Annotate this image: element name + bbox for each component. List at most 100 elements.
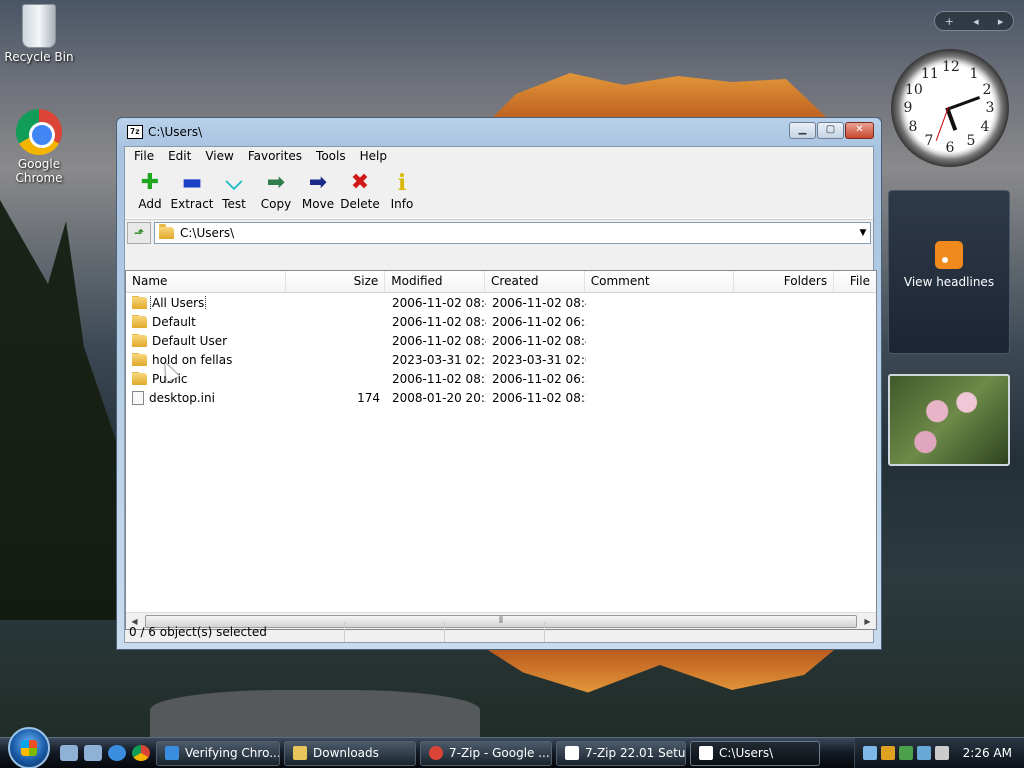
folder-icon [132, 371, 147, 385]
menu-bar: File Edit View Favorites Tools Help [125, 147, 873, 167]
taskbar-button-label: Downloads [313, 746, 379, 760]
status-bar: 0 / 6 object(s) selected [125, 622, 877, 642]
feed-headlines-gadget[interactable]: View headlines [888, 190, 1010, 354]
title-bar[interactable]: 7z C:\Users\ ▁ ▢ ✕ [124, 118, 874, 146]
taskbar-button-active[interactable]: C:\Users\ [690, 740, 820, 766]
toolbar: ✚ Add ▬ Extract ⌵ Test ➡ Copy ➡ Move ✖ D… [125, 167, 873, 219]
table-row[interactable]: Public 2006-11-02 08:25 2006-11-02 06:33 [126, 369, 876, 388]
clock-number: 7 [924, 133, 934, 149]
folder-up-button[interactable]: ⬏ [127, 221, 151, 244]
file-size: 174 [357, 390, 380, 405]
taskbar-button-label: Verifying Chro... [185, 746, 280, 760]
computers-network-icon[interactable] [916, 746, 931, 760]
column-header-size[interactable]: Size [286, 271, 386, 292]
close-button[interactable]: ✕ [845, 121, 874, 139]
file-created: 2006-11-02 08:40 [492, 333, 586, 348]
wallpaper-rock [150, 690, 480, 740]
taskbar-button[interactable]: 7-Zip 22.01 Setup [556, 740, 686, 766]
menu-favorites[interactable]: Favorites [241, 147, 309, 167]
desktop-icon-recycle-bin[interactable]: Recycle Bin [1, 4, 77, 64]
desktop-icon-google-chrome[interactable]: Google Chrome [1, 109, 77, 185]
file-modified: 2008-01-20 20:23 [392, 390, 486, 405]
table-row[interactable]: desktop.ini 174 2008-01-20 20:23 2006-11… [126, 388, 876, 407]
check-icon: ⌵ [225, 170, 243, 195]
column-header-comment[interactable]: Comment [585, 271, 735, 292]
table-row[interactable]: All Users 2006-11-02 08:40 2006-11-02 08… [126, 293, 876, 312]
table-row[interactable]: hold on fellas 2023-03-31 02:11 2023-03-… [126, 350, 876, 369]
test-button[interactable]: ⌵ Test [213, 171, 255, 218]
switch-windows-icon[interactable] [84, 745, 102, 761]
7zip-app-icon: 7z [127, 125, 143, 139]
column-header-files[interactable]: File [834, 271, 876, 292]
address-combobox[interactable]: C:\Users\ ▼ [154, 221, 871, 244]
menu-tools[interactable]: Tools [309, 147, 353, 167]
clock-gadget[interactable]: 12 1 2 3 4 5 6 7 8 9 10 11 [891, 49, 1009, 167]
system-tray: 2:26 AM [854, 738, 1024, 768]
menu-help[interactable]: Help [353, 147, 394, 167]
file-manager-window[interactable]: 7z C:\Users\ ▁ ▢ ✕ File Edit View Favori… [116, 117, 882, 650]
minimize-button[interactable]: ▁ [789, 121, 816, 139]
column-header-name[interactable]: Name [126, 271, 286, 292]
column-header-folders[interactable]: Folders [734, 271, 835, 292]
copy-button[interactable]: ➡ Copy [255, 171, 297, 218]
network-icon[interactable] [862, 746, 877, 760]
file-created: 2006-11-02 06:33 [492, 314, 586, 329]
file-modified: 2006-11-02 08:40 [392, 314, 486, 329]
menu-view[interactable]: View [198, 147, 240, 167]
security-shield-icon[interactable] [880, 746, 895, 760]
column-header-created[interactable]: Created [485, 271, 585, 292]
slideshow-gadget[interactable] [888, 374, 1010, 466]
taskbar-button-label: 7-Zip - Google ... [449, 746, 550, 760]
internet-explorer-icon[interactable] [108, 745, 126, 761]
clock-number: 4 [980, 119, 990, 135]
sidebar-controls[interactable]: + ◂ ▸ [934, 11, 1014, 31]
folder-icon [132, 295, 147, 309]
info-icon: i [397, 170, 407, 196]
info-button[interactable]: i Info [381, 171, 423, 218]
clock-number: 3 [985, 100, 995, 116]
chrome-icon[interactable] [132, 745, 150, 761]
taskbar-button[interactable]: 7-Zip - Google ... [420, 740, 552, 766]
menu-edit[interactable]: Edit [161, 147, 198, 167]
start-button[interactable] [8, 727, 50, 768]
window-title: C:\Users\ [148, 125, 203, 139]
next-gadget-icon[interactable]: ▸ [998, 15, 1004, 28]
file-modified: 2023-03-31 02:11 [392, 352, 486, 367]
prev-gadget-icon[interactable]: ◂ [973, 15, 979, 28]
x-icon: ✖ [350, 170, 370, 195]
folder-icon [132, 314, 147, 328]
chevron-down-icon[interactable]: ▼ [856, 228, 870, 238]
taskbar-button[interactable]: Verifying Chro... [156, 740, 280, 766]
maximize-button[interactable]: ▢ [817, 121, 844, 139]
extract-button[interactable]: ▬ Extract [170, 171, 214, 218]
show-desktop-icon[interactable] [60, 745, 78, 761]
table-row[interactable]: Default 2006-11-02 08:40 2006-11-02 06:3… [126, 312, 876, 331]
column-header-row: Name Size Modified Created Comment Folde… [126, 271, 876, 293]
folder-icon [132, 352, 147, 366]
file-created: 2006-11-02 08:25 [492, 390, 586, 405]
move-button[interactable]: ➡ Move [297, 171, 339, 218]
toolbar-label: Extract [170, 197, 214, 211]
status-selection: 0 / 6 object(s) selected [125, 622, 345, 642]
column-header-modified[interactable]: Modified [385, 271, 486, 292]
delete-button[interactable]: ✖ Delete [339, 171, 381, 218]
windows-flag-icon[interactable] [898, 746, 913, 760]
clock-number: 10 [905, 82, 923, 98]
file-name: All Users [149, 295, 207, 310]
taskbar-clock[interactable]: 2:26 AM [963, 746, 1012, 760]
menu-file[interactable]: File [127, 147, 161, 167]
file-list[interactable]: Name Size Modified Created Comment Folde… [125, 270, 877, 630]
add-gadget-icon[interactable]: + [945, 15, 954, 28]
clock-number: 5 [966, 133, 976, 149]
address-path: C:\Users\ [180, 225, 235, 240]
clock-number: 6 [945, 140, 955, 156]
table-row[interactable]: Default User 2006-11-02 08:40 2006-11-02… [126, 331, 876, 350]
volume-muted-icon[interactable] [934, 746, 949, 760]
clock-minute-hand [949, 96, 981, 110]
file-name: desktop.ini [149, 390, 215, 405]
taskbar-button[interactable]: Downloads [284, 740, 416, 766]
folder-icon [132, 333, 147, 347]
address-bar: ⬏ C:\Users\ ▼ [125, 219, 873, 245]
add-button[interactable]: ✚ Add [129, 171, 171, 218]
desktop-icon-label: Recycle Bin [4, 50, 74, 64]
